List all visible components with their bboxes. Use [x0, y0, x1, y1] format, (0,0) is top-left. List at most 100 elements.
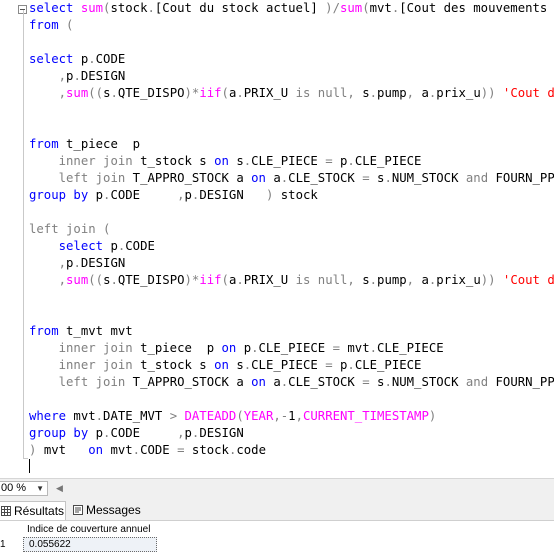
- sql-operator: ): [29, 443, 44, 457]
- sql-identifier: s: [362, 273, 370, 287]
- sql-identifier: mvt: [347, 341, 370, 355]
- code-line[interactable]: from t_mvt mvt: [29, 323, 554, 340]
- code-line[interactable]: [29, 119, 554, 136]
- code-line[interactable]: ,sum((s.QTE_DISPO)*iif(a.PRIX_U is null,…: [29, 272, 554, 289]
- results-grid[interactable]: Indice de couverture annuel 1 0.055622: [0, 521, 554, 554]
- sql-identifier: T_APPRO_STOCK a: [132, 375, 252, 389]
- messages-icon: [73, 505, 83, 515]
- sql-identifier: [29, 86, 59, 100]
- sql-identifier: a: [421, 273, 429, 287]
- code-line[interactable]: [29, 306, 554, 323]
- code-line[interactable]: inner join t_stock s on s.CLE_PIECE = p.…: [29, 153, 554, 170]
- code-line[interactable]: select sum(stock.[Cout du stock actuel] …: [29, 0, 554, 17]
- sql-identifier: CODE: [110, 426, 178, 440]
- code-line[interactable]: select p.CODE: [29, 238, 554, 255]
- sql-identifier: NUM_STOCK: [391, 375, 466, 389]
- sql-operator: =: [362, 171, 378, 185]
- sql-identifier: DATE_MVT: [103, 409, 170, 423]
- sql-operator: .: [132, 443, 141, 457]
- code-line[interactable]: left join (: [29, 221, 554, 238]
- sql-identifier: FOURN_PPAL: [495, 171, 554, 185]
- sql-operator: ((: [88, 273, 104, 287]
- sql-operator: .: [369, 273, 378, 287]
- code-line[interactable]: ,p.DESIGN: [29, 255, 554, 272]
- sql-identifier: CLE_STOCK: [288, 171, 363, 185]
- code-line[interactable]: [29, 289, 554, 306]
- sql-identifier: CLE_STOCK: [288, 375, 363, 389]
- code-line[interactable]: left join T_APPRO_STOCK a on a. CLE_STOCK…: [29, 374, 554, 391]
- sql-identifier: QTE_DISPO: [117, 273, 185, 287]
- sql-function: sum: [80, 1, 104, 15]
- code-line[interactable]: inner join t_stock s on s.CLE_PIECE = p.…: [29, 357, 554, 374]
- sql-operator: ,: [177, 188, 185, 202]
- sql-operator: .: [236, 86, 244, 100]
- sql-identifier: CODE: [125, 239, 155, 253]
- code-line[interactable]: where mvt.DATE_MVT > DATEADD(YEAR,-1,CUR…: [29, 408, 554, 425]
- sql-identifier: t_piece p: [66, 137, 141, 151]
- sql-identifier: CLE_PIECE: [377, 341, 444, 355]
- sql-code[interactable]: select sum(stock.[Cout du stock actuel] …: [29, 0, 554, 476]
- sql-operator: .: [110, 86, 118, 100]
- sql-operator: (: [221, 273, 229, 287]
- results-tabs: Résultats Messages: [0, 499, 554, 521]
- sql-operator: ,: [295, 409, 303, 423]
- sql-identifier: [29, 154, 59, 168]
- code-line[interactable]: [29, 391, 554, 408]
- sql-identifier: pump: [377, 273, 407, 287]
- result-cell[interactable]: 0.055622: [23, 537, 157, 552]
- code-line[interactable]: ,p.DESIGN: [29, 68, 554, 85]
- tab-messages[interactable]: Messages: [68, 501, 142, 520]
- sql-keyword: select: [58, 239, 111, 253]
- code-line[interactable]: from (: [29, 17, 554, 34]
- sql-identifier: stock: [110, 1, 148, 15]
- sql-identifier: DESIGN: [199, 426, 244, 440]
- sql-operator: .: [73, 69, 81, 83]
- code-line[interactable]: group by p.CODE ,p.DESIGN ) stock: [29, 187, 554, 204]
- tab-results[interactable]: Résultats: [0, 501, 66, 520]
- sql-identifier: p: [95, 426, 104, 440]
- sql-operator: is null,: [295, 86, 363, 100]
- sql-keyword: on: [214, 358, 237, 372]
- scroll-left-icon[interactable]: ◀: [56, 482, 63, 494]
- sql-operator: =: [177, 443, 192, 457]
- sql-identifier: t_stock s: [140, 358, 215, 372]
- sql-identifier: t_piece p: [140, 341, 222, 355]
- row-number[interactable]: 1: [0, 538, 6, 552]
- sql-identifier: CLE_PIECE: [258, 341, 333, 355]
- code-line[interactable]: [29, 204, 554, 221]
- code-line[interactable]: group by p.CODE ,p.DESIGN: [29, 425, 554, 442]
- code-line[interactable]: select p.CODE: [29, 51, 554, 68]
- code-line[interactable]: inner join t_piece p on p.CLE_PIECE = mv…: [29, 340, 554, 357]
- query-editor[interactable]: select sum(stock.[Cout du stock actuel] …: [0, 0, 554, 478]
- sql-operator: (: [362, 1, 370, 15]
- sql-operator: .: [347, 154, 355, 168]
- sql-operator: ,-: [273, 409, 289, 423]
- column-header[interactable]: Indice de couverture annuel: [23, 523, 150, 536]
- sql-identifier: T_APPRO_STOCK a: [132, 171, 252, 185]
- code-line[interactable]: left join T_APPRO_STOCK a on a. CLE_STOCK…: [29, 170, 554, 187]
- sql-identifier: DESIGN: [80, 69, 126, 83]
- sql-identifier: [Cout du stock actuel]: [154, 1, 318, 15]
- zoom-dropdown[interactable]: 00 % ▼: [0, 481, 48, 496]
- code-line[interactable]: [29, 102, 554, 119]
- sql-identifier: p: [110, 239, 118, 253]
- code-line[interactable]: ,sum((s.QTE_DISPO)*iif(a.PRIX_U is null,…: [29, 85, 554, 102]
- code-line[interactable]: [29, 34, 554, 51]
- code-line[interactable]: ) mvt on mvt.CODE = stock.code: [29, 442, 554, 459]
- zoom-value: 00 %: [1, 482, 27, 494]
- sql-keyword: on: [251, 375, 274, 389]
- sql-operator: ,: [58, 69, 67, 83]
- code-line[interactable]: from t_piece p: [29, 136, 554, 153]
- sql-operator: ): [265, 188, 281, 202]
- sql-operator: )): [480, 86, 496, 100]
- code-line[interactable]: [29, 459, 554, 476]
- sql-keyword: on: [221, 341, 244, 355]
- sql-function: CURRENT_TIMESTAMP: [302, 409, 429, 423]
- sql-identifier: CLE_PIECE: [354, 154, 422, 168]
- sql-identifier: [29, 256, 59, 270]
- sql-identifier: [29, 375, 59, 389]
- sql-identifier: PRIX_U: [243, 273, 296, 287]
- sql-identifier: a: [273, 171, 281, 185]
- sql-operator: and: [465, 375, 496, 389]
- sql-operator: =: [332, 341, 348, 355]
